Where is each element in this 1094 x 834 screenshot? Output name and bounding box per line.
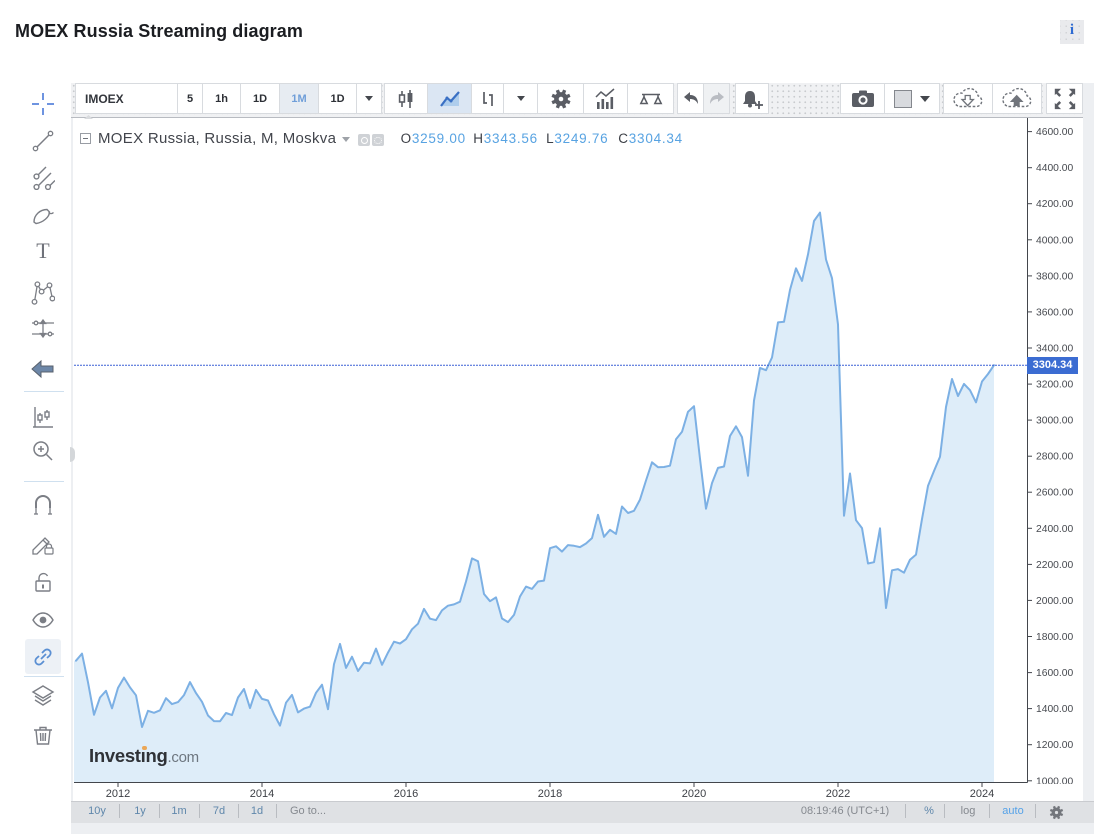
svg-text:2200.00: 2200.00 <box>1036 560 1073 571</box>
svg-text:4200.00: 4200.00 <box>1036 199 1073 210</box>
svg-text:1800.00: 1800.00 <box>1036 632 1073 643</box>
svg-text:2800.00: 2800.00 <box>1036 452 1073 463</box>
svg-text:3200.00: 3200.00 <box>1036 380 1073 391</box>
svg-text:3000.00: 3000.00 <box>1036 416 1073 427</box>
svg-text:2020: 2020 <box>682 788 706 800</box>
svg-text:3800.00: 3800.00 <box>1036 271 1073 282</box>
svg-text:2018: 2018 <box>538 788 562 800</box>
svg-text:2022: 2022 <box>826 788 850 800</box>
svg-text:4600.00: 4600.00 <box>1036 127 1073 138</box>
svg-text:3400.00: 3400.00 <box>1036 344 1073 355</box>
svg-text:2024: 2024 <box>970 788 994 800</box>
svg-text:1400.00: 1400.00 <box>1036 704 1073 715</box>
svg-text:1600.00: 1600.00 <box>1036 668 1073 679</box>
svg-text:4400.00: 4400.00 <box>1036 163 1073 174</box>
svg-text:2000.00: 2000.00 <box>1036 596 1073 607</box>
svg-text:2016: 2016 <box>394 788 418 800</box>
svg-text:4000.00: 4000.00 <box>1036 235 1073 246</box>
svg-text:2400.00: 2400.00 <box>1036 524 1073 535</box>
svg-text:2014: 2014 <box>250 788 274 800</box>
svg-text:3600.00: 3600.00 <box>1036 307 1073 318</box>
svg-text:2012: 2012 <box>106 788 130 800</box>
svg-text:2600.00: 2600.00 <box>1036 488 1073 499</box>
svg-text:1200.00: 1200.00 <box>1036 740 1073 751</box>
